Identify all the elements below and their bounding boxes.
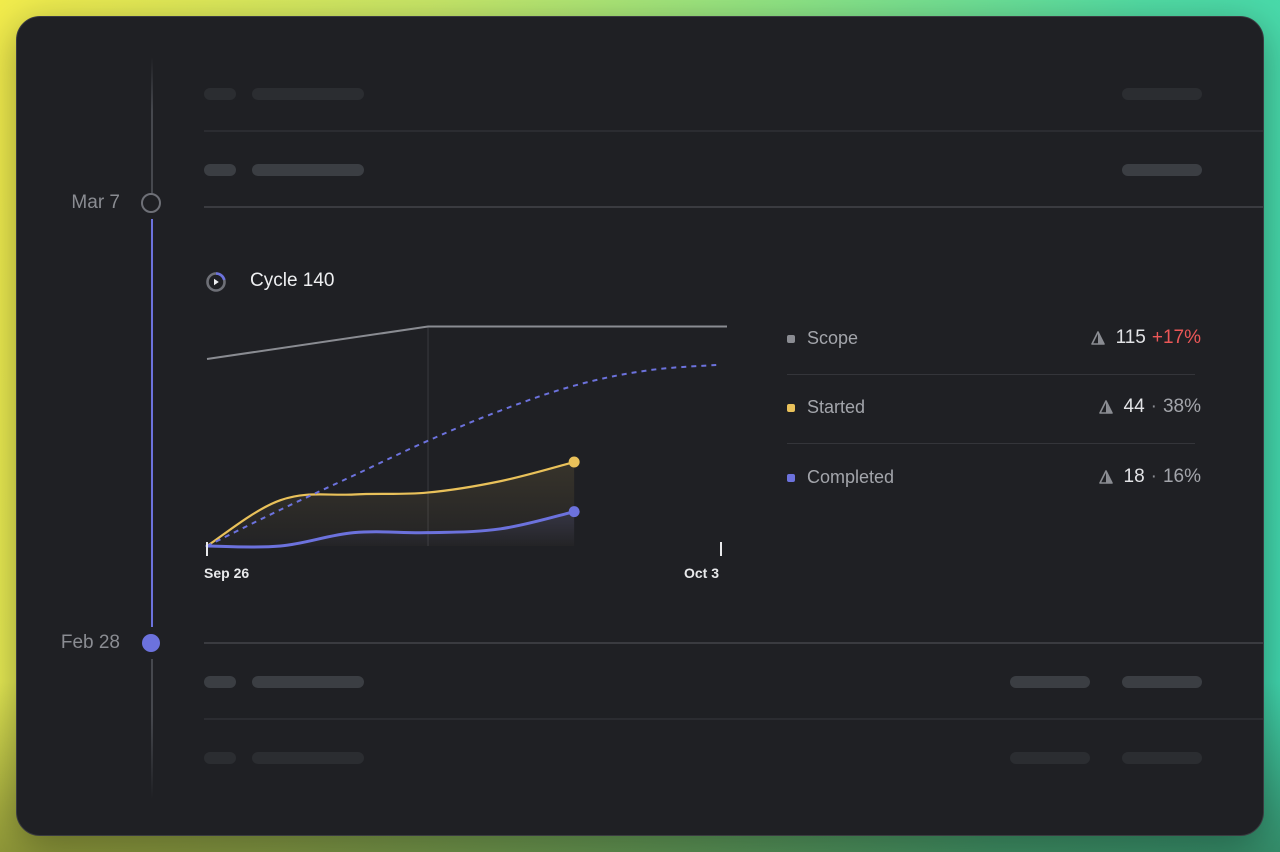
legend-divider: [787, 374, 1195, 375]
legend-label: Started: [807, 397, 866, 417]
legend-row-scope[interactable]: Scope 115 +17%: [787, 324, 1201, 354]
x-tick-label-end: Oct 3: [684, 565, 720, 581]
skeleton-pill: [252, 164, 364, 176]
legend-swatch-scope: [787, 335, 795, 343]
legend-value: 18 · 16%: [1098, 466, 1201, 488]
skeleton-pill: [204, 676, 236, 688]
timeline-date-feb28: Feb 28: [60, 632, 120, 653]
placeholder-row[interactable]: [204, 741, 1263, 795]
timeline-node-upcoming[interactable]: [141, 193, 161, 213]
cycle-progress-icon: [204, 270, 228, 294]
skeleton-pill: [1122, 88, 1202, 100]
legend-value: 44 · 38%: [1098, 396, 1201, 418]
legend-label: Scope: [807, 328, 859, 348]
timeline-line-upper: [151, 57, 153, 193]
skeleton-pill: [252, 676, 364, 688]
legend-swatch-started: [787, 404, 795, 412]
cycle-title[interactable]: Cycle 140: [250, 270, 335, 292]
series-line-scope: [206, 325, 727, 360]
estimate-icon: [1098, 400, 1113, 414]
skeleton-pill: [204, 88, 236, 100]
skeleton-pill: [1122, 676, 1202, 688]
scope-change: +17%: [1151, 327, 1201, 348]
timeline-line-active: [151, 219, 153, 627]
completed-percent: 16%: [1162, 466, 1201, 487]
burnup-chart: [205, 325, 727, 556]
estimate-icon: [1090, 331, 1105, 345]
estimate-icon: [1098, 470, 1113, 484]
timeline-node-current[interactable]: [142, 634, 160, 652]
placeholder-row[interactable]: [204, 153, 1263, 207]
row-divider: [204, 130, 1263, 132]
separator: ·: [1150, 466, 1157, 487]
started-percent: 38%: [1162, 396, 1201, 417]
placeholder-row[interactable]: [204, 77, 1263, 131]
legend-row-completed[interactable]: Completed 18 · 16%: [787, 463, 1201, 493]
skeleton-pill: [204, 164, 236, 176]
app-window: Mar 7 Feb 28 Cycle 140 Sep 26 Oct 3 Scop…: [16, 16, 1264, 836]
skeleton-pill: [1010, 752, 1090, 764]
timeline-date-mar7: Mar 7: [71, 192, 120, 213]
legend-swatch-completed: [787, 474, 795, 482]
placeholder-row[interactable]: [204, 665, 1263, 719]
completed-count: 18: [1123, 466, 1145, 487]
skeleton-pill: [252, 752, 364, 764]
legend-divider: [787, 443, 1195, 444]
row-divider: [204, 206, 1263, 208]
separator: ·: [1150, 396, 1157, 417]
row-divider: [204, 718, 1263, 720]
series-endpoint-started: [568, 456, 580, 468]
skeleton-pill: [1122, 164, 1202, 176]
skeleton-pill: [1122, 752, 1202, 764]
legend-value: 115 +17%: [1090, 327, 1201, 349]
skeleton-pill: [1010, 676, 1090, 688]
series-endpoint-completed: [568, 506, 580, 518]
scope-count: 115: [1115, 327, 1146, 348]
skeleton-pill: [252, 88, 364, 100]
legend-row-started[interactable]: Started 44 · 38%: [787, 393, 1201, 423]
started-count: 44: [1123, 396, 1145, 417]
row-divider: [204, 642, 1263, 644]
legend-label: Completed: [807, 467, 895, 487]
x-tick-label-start: Sep 26: [204, 565, 250, 581]
skeleton-pill: [204, 752, 236, 764]
timeline-line-lower: [151, 659, 153, 799]
